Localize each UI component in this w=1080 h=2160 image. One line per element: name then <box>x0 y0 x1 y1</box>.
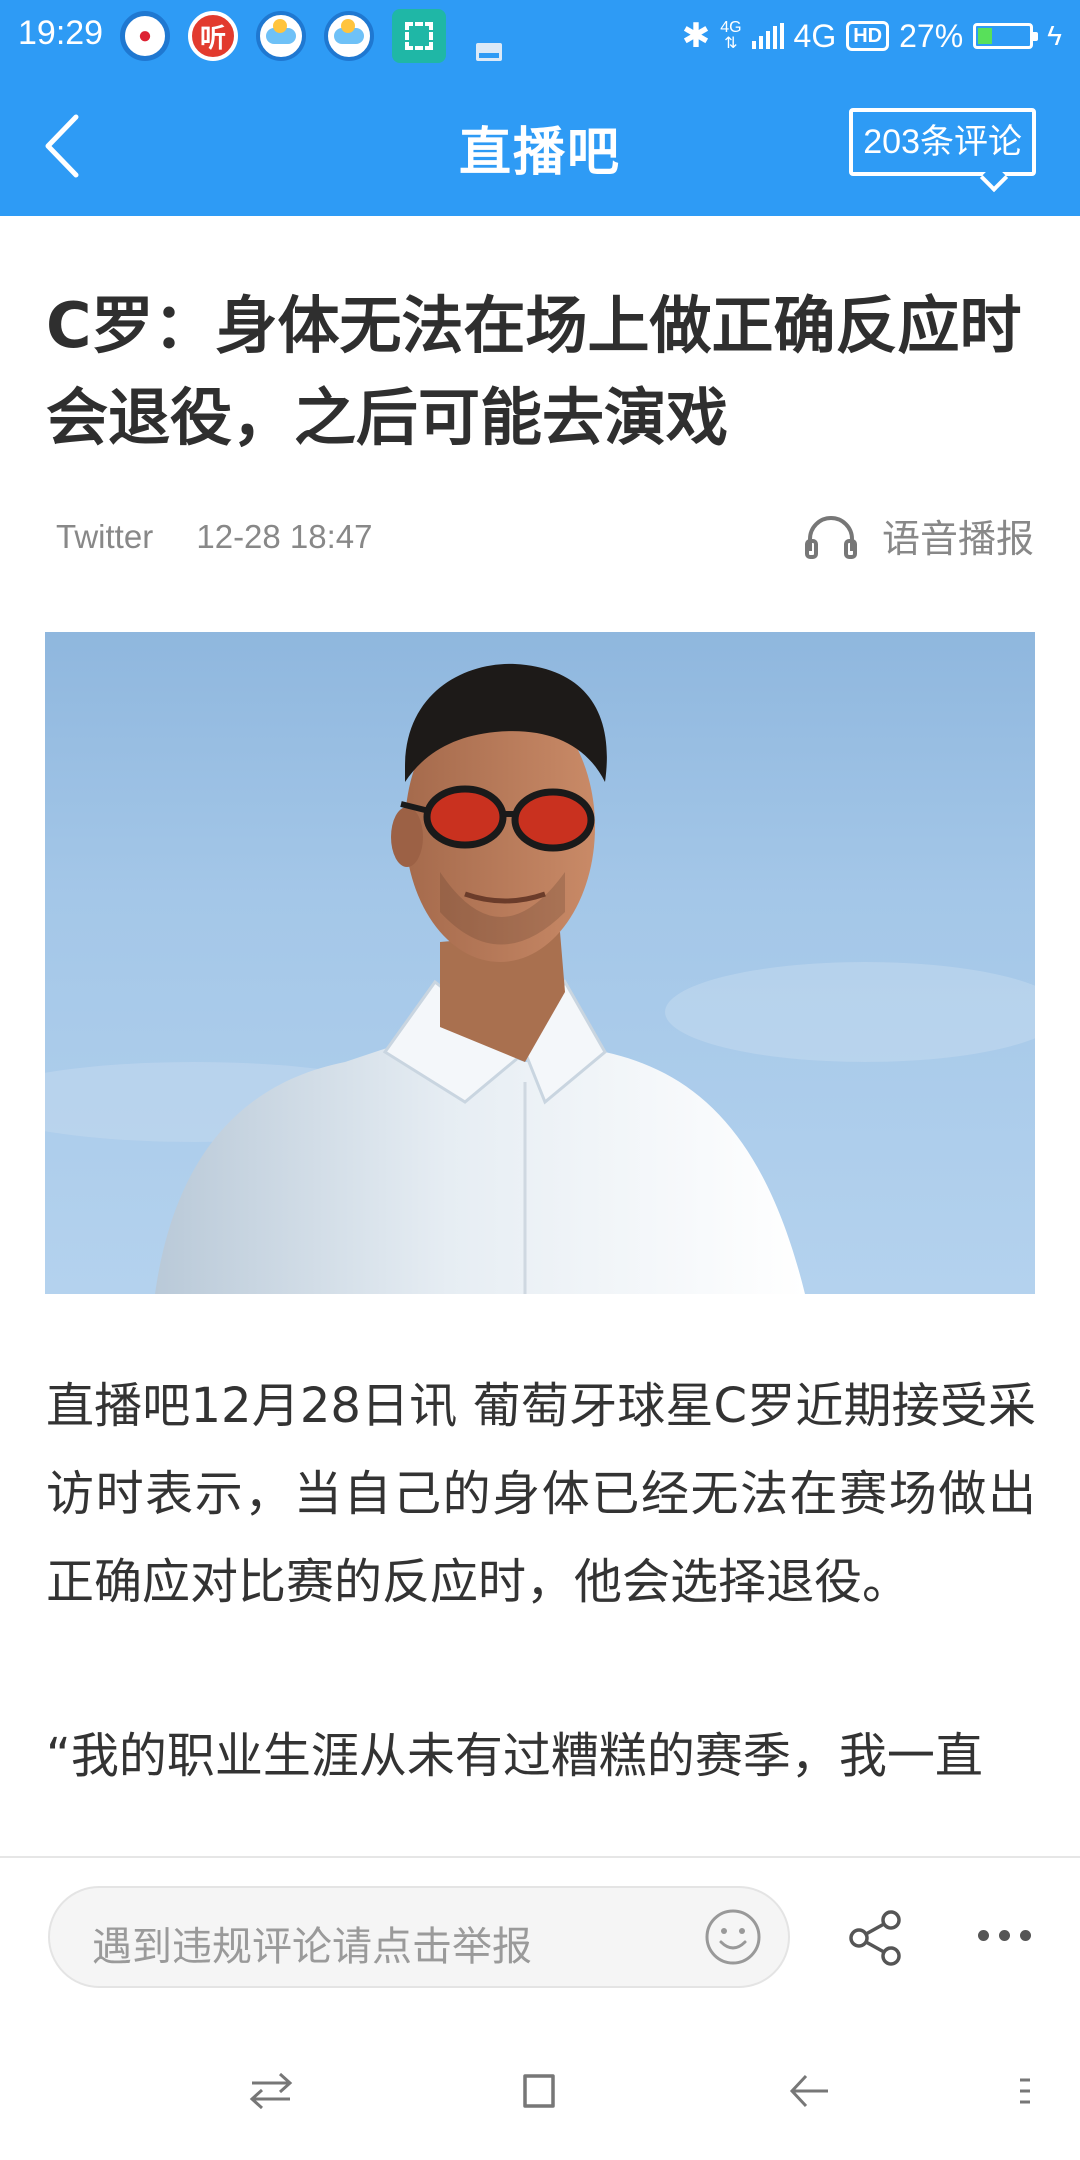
comment-placeholder: 遇到违规评论请点击举报 <box>92 1924 532 1970</box>
charging-icon: ϟ <box>1047 20 1062 51</box>
signal-icon <box>751 23 784 49</box>
article-source: Twitter <box>56 518 154 555</box>
comment-input[interactable]: 遇到违规评论请点击举报 <box>48 1886 790 1988</box>
article-body: 直播吧12月28日讯 葡萄牙球星C罗近期接受采访时表示，当自己的身体已经无法在赛… <box>0 1362 1080 1856</box>
scan-app-icon <box>392 9 446 63</box>
hd-icon: HD <box>846 21 890 51</box>
notification-icons: ● 听 <box>120 9 514 63</box>
network-type: 4G <box>793 17 837 54</box>
menu-lines-icon[interactable] <box>1004 2066 1054 2116</box>
article-photo <box>45 632 1035 1294</box>
more-options-icon[interactable] <box>978 1920 1042 1950</box>
battery-percent: 27% <box>899 17 964 54</box>
system-nav-bar <box>0 2016 1080 2160</box>
battery-icon <box>973 23 1039 49</box>
weather-app-icon <box>256 11 306 61</box>
app-header: 直播吧 203条评论 <box>0 72 1080 216</box>
switch-apps-icon[interactable] <box>246 2066 296 2116</box>
article-time: 12-28 18:47 <box>196 518 373 555</box>
article-meta: Twitter 12-28 18:47 <box>56 518 373 556</box>
headphones-icon <box>804 515 857 559</box>
clean-app-icon <box>464 11 514 61</box>
voice-broadcast-button[interactable]: 语音播报 <box>804 508 1034 563</box>
voice-broadcast-label: 语音播报 <box>881 517 1034 561</box>
network-activity-icon: 4G ⇅ <box>720 19 742 52</box>
article-title: C罗：身体无法在场上做正确反应时会退役，之后可能去演戏 <box>46 289 1022 454</box>
status-bar: 19:29 ● 听 ✱ 4G ⇅ 4G HD 27% ϟ <box>0 0 1080 72</box>
bluetooth-icon: ✱ <box>681 17 711 55</box>
player-photo-illustration <box>45 663 1035 1294</box>
comments-count-button[interactable]: 203条评论 <box>849 108 1036 193</box>
doraemon-app-icon: ● <box>120 11 170 61</box>
article-paragraph: 直播吧12月28日讯 葡萄牙球星C罗近期接受采访时表示，当自己的身体已经无法在赛… <box>46 1378 1036 1610</box>
share-icon[interactable] <box>845 1908 905 1968</box>
status-time: 19:29 <box>18 14 104 52</box>
status-right: ✱ 4G ⇅ 4G HD 27% ϟ <box>682 10 1062 62</box>
back-arrow-icon[interactable] <box>784 2066 834 2116</box>
home-square-icon[interactable] <box>515 2066 565 2116</box>
ting-app-icon: 听 <box>188 11 238 61</box>
article-paragraph: “我的职业生涯从未有过糟糕的赛季，我一直 <box>46 1728 983 1784</box>
comment-toolbar: 遇到违规评论请点击举报 <box>0 1856 1080 2018</box>
weather-app-icon <box>324 11 374 61</box>
speech-bubble-tail <box>979 163 1009 193</box>
emoji-icon[interactable] <box>704 1908 762 1966</box>
comments-count-label: 203条评论 <box>863 123 1022 161</box>
